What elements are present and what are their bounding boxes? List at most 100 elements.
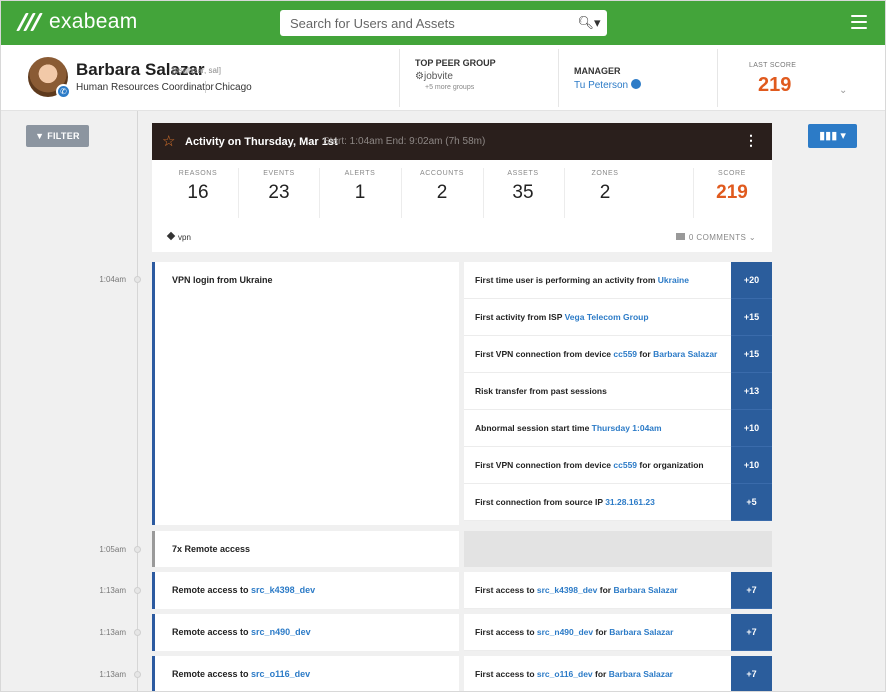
event-title: VPN login from Ukraine: [172, 275, 273, 285]
points-badge: +5: [731, 484, 772, 521]
stat-reasons[interactable]: REASONS 16: [158, 170, 238, 204]
event-time: 1:13am: [99, 586, 126, 595]
stat-events[interactable]: EVENTS 23: [239, 170, 319, 204]
exabeam-logo[interactable]: exabeam: [16, 10, 138, 34]
activity-title: Activity on Thursday, Mar 1st: [185, 136, 338, 148]
points-badge: +15: [731, 299, 772, 336]
asset-link[interactable]: src_k4398_dev: [537, 585, 598, 595]
star-icon[interactable]: ☆: [162, 132, 175, 150]
comment-icon: [675, 233, 685, 240]
bar-chart-icon: ▮▮▮: [819, 130, 841, 142]
kebab-menu-icon[interactable]: ⋮: [744, 132, 758, 149]
stat-accounts[interactable]: ACCOUNTS 2: [402, 170, 482, 204]
event-time: 1:04am: [99, 275, 126, 284]
timeline-dot: [134, 276, 141, 283]
event-card-vpn-login[interactable]: VPN login from Ukraine: [152, 262, 459, 525]
timeline-dot: [134, 587, 141, 594]
reason-row: Abnormal session start time Thursday 1:0…: [464, 410, 731, 447]
points-badge: +7: [731, 614, 772, 651]
user-link[interactable]: Barbara Salazar: [613, 585, 677, 595]
time-link[interactable]: Thursday 1:04am: [592, 423, 662, 433]
top-nav-bar: exabeam 🔍︎▾: [1, 1, 885, 45]
isp-link[interactable]: Vega Telecom Group: [565, 312, 649, 322]
phone-icon: [631, 79, 642, 89]
hamburger-menu-icon[interactable]: [851, 15, 867, 29]
divider: [558, 49, 559, 107]
timeline-dot: [134, 629, 141, 636]
points-badge: +7: [731, 656, 772, 691]
timeline-dot: [134, 671, 141, 678]
reason-row: First activity from ISP Vega Telecom Gro…: [464, 299, 731, 336]
user-title: Human Resources Coordinator: [76, 82, 214, 93]
user-link[interactable]: Barbara Salazar: [653, 349, 717, 359]
event-time: 1:13am: [99, 628, 126, 637]
comments-toggle[interactable]: 0 COMMENTS ⌄: [675, 233, 756, 242]
peer-group-value[interactable]: ⚙︎jobvite: [415, 71, 453, 82]
divider: [399, 49, 400, 107]
stat-zones[interactable]: ZONES 2: [565, 170, 645, 204]
asset-link[interactable]: src_n490_dev: [251, 627, 311, 637]
divider: [717, 49, 718, 107]
device-link[interactable]: cc559: [613, 349, 637, 359]
reason-row: First access to src_k4398_dev for Barbar…: [464, 572, 731, 609]
activity-stats-panel: REASONS 16 EVENTS 23 ALERTS 1 ACCOUNTS 2 ASS…: [152, 160, 772, 252]
manager-label: MANAGER: [574, 66, 621, 76]
ip-link[interactable]: 31.28.161.23: [605, 497, 655, 507]
app-window: exabeam 🔍︎▾ ✆ Barbara Salazar [bsalazar,…: [0, 0, 886, 692]
event-card-remote-access[interactable]: Remote access to src_o116_dev: [152, 656, 459, 691]
logo-text: exabeam: [49, 10, 138, 33]
points-badge: +10: [731, 447, 772, 484]
points-badge: +15: [731, 336, 772, 373]
timeline-content: ▼ FILTER ▮▮▮ ▾ ☆ Activity on Thursday, M…: [1, 111, 885, 691]
device-link[interactable]: cc559: [613, 460, 637, 470]
points-badge: +20: [731, 262, 772, 299]
peer-group-label: TOP PEER GROUP: [415, 58, 496, 68]
asset-link[interactable]: src_n490_dev: [537, 627, 593, 637]
event-title: Remote access to src_o116_dev: [172, 669, 311, 679]
group-icon: ⚙︎: [415, 71, 424, 82]
event-card-remote-access-group[interactable]: 7x Remote access: [152, 531, 459, 567]
reason-row: First access to src_o116_dev for Barbara…: [464, 656, 731, 691]
points-badge: +7: [731, 572, 772, 609]
reason-row: First VPN connection from device cc559 f…: [464, 447, 731, 484]
peer-group-more-link[interactable]: +5 more groups: [425, 84, 474, 91]
stat-assets[interactable]: ASSETS 35: [483, 170, 563, 204]
reason-row: First time user is performing an activit…: [464, 262, 731, 299]
search-box: 🔍︎▾: [280, 10, 607, 36]
chart-view-button[interactable]: ▮▮▮ ▾: [808, 124, 857, 148]
divider: [205, 81, 206, 93]
timeline-dot: [134, 546, 141, 553]
filter-icon: ▼: [35, 131, 48, 141]
event-time: 1:13am: [99, 670, 126, 679]
points-badge: +13: [731, 373, 772, 410]
stat-alerts[interactable]: ALERTS 1: [320, 170, 400, 204]
search-input[interactable]: [280, 11, 571, 35]
asset-link[interactable]: src_o116_dev: [537, 669, 593, 679]
asset-link[interactable]: src_k4398_dev: [251, 585, 315, 595]
asset-link[interactable]: src_o116_dev: [251, 669, 310, 679]
reason-row: First access to src_n490_dev for Barbara…: [464, 614, 731, 651]
manager-link[interactable]: Tu Peterson: [574, 79, 642, 91]
search-icon[interactable]: 🔍︎▾: [571, 11, 607, 35]
activity-header: ☆ Activity on Thursday, Mar 1st Start: 1…: [152, 123, 772, 160]
expand-chevron-icon[interactable]: ⌄: [839, 85, 847, 96]
reason-row: First VPN connection from device cc559 f…: [464, 336, 731, 373]
event-title: Remote access to src_k4398_dev: [172, 585, 316, 595]
user-link[interactable]: Barbara Salazar: [609, 669, 673, 679]
empty-reason-row: [464, 531, 772, 567]
reason-row: Risk transfer from past sessions: [464, 373, 731, 410]
user-city: Chicago: [215, 82, 252, 93]
points-badge: +10: [731, 410, 772, 447]
filter-button[interactable]: ▼ FILTER: [26, 125, 89, 147]
phone-badge-icon: ✆: [56, 84, 71, 99]
stat-score: SCORE 219: [716, 170, 748, 203]
event-card-remote-access[interactable]: Remote access to src_k4398_dev: [152, 572, 459, 609]
reason-row: First connection from source IP 31.28.16…: [464, 484, 731, 521]
user-link[interactable]: Barbara Salazar: [609, 627, 673, 637]
tag-vpn[interactable]: vpn: [166, 231, 191, 242]
event-card-remote-access[interactable]: Remote access to src_n490_dev: [152, 614, 459, 651]
location-link[interactable]: Ukraine: [658, 275, 689, 285]
last-score-label: LAST SCORE: [749, 62, 797, 69]
last-score-value: 219: [758, 74, 792, 96]
user-handle: [bsalazar, sal]: [172, 66, 221, 75]
